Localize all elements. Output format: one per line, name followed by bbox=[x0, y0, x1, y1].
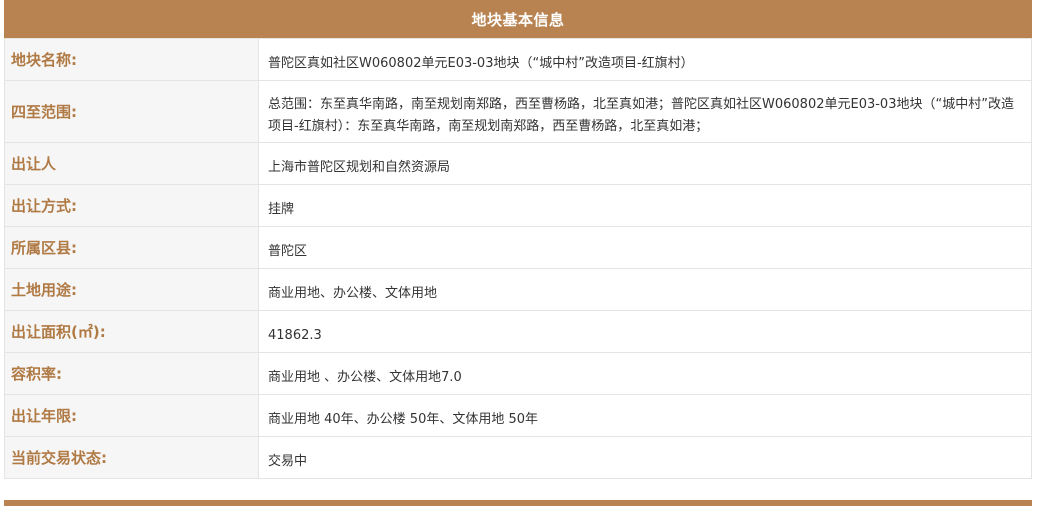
label-area: 出让面积(㎡): bbox=[4, 310, 259, 353]
row-land-use: 土地用途: 商业用地、办公楼、文体用地 bbox=[4, 268, 1032, 311]
label-boundaries: 四至范围: bbox=[4, 80, 259, 143]
value-plot-ratio-text: 商业用地 、办公楼、文体用地7.0 bbox=[268, 370, 462, 385]
label-land-use: 土地用途: bbox=[4, 268, 259, 311]
value-area: 41862.3 bbox=[258, 310, 1032, 353]
value-boundaries-text: 总范围：东至真华南路，南至规划南郑路，西至曹杨路，北至真如港；普陀区真如社区W0… bbox=[268, 97, 1014, 134]
label-plot-ratio: 容积率: bbox=[4, 352, 259, 395]
panel-title: 地块基本信息 bbox=[471, 10, 565, 29]
value-boundaries: 总范围：东至真华南路，南至规划南郑路，西至曹杨路，北至真如港；普陀区真如社区W0… bbox=[258, 80, 1032, 143]
row-boundaries: 四至范围: 总范围：东至真华南路，南至规划南郑路，西至曹杨路，北至真如港；普陀区… bbox=[4, 80, 1032, 143]
value-parcel-name-text: 普陀区真如社区W060802单元E03-03地块（“城中村”改造项目-红旗村） bbox=[268, 56, 694, 71]
land-info-table: 地块名称: 普陀区真如社区W060802单元E03-03地块（“城中村”改造项目… bbox=[4, 38, 1032, 479]
value-term: 商业用地 40年、办公楼 50年、文体用地 50年 bbox=[258, 394, 1032, 437]
label-transfer-method: 出让方式: bbox=[4, 184, 259, 227]
value-term-text: 商业用地 40年、办公楼 50年、文体用地 50年 bbox=[268, 412, 539, 427]
row-status: 当前交易状态: 交易中 bbox=[4, 436, 1032, 479]
value-status: 交易中 bbox=[258, 436, 1032, 479]
value-transfer-method: 挂牌 bbox=[258, 184, 1032, 227]
footer-bar bbox=[4, 500, 1032, 506]
value-plot-ratio: 商业用地 、办公楼、文体用地7.0 bbox=[258, 352, 1032, 395]
value-land-use-text: 商业用地、办公楼、文体用地 bbox=[268, 286, 438, 301]
value-transfer-method-text: 挂牌 bbox=[268, 202, 295, 217]
row-transfer-method: 出让方式: 挂牌 bbox=[4, 184, 1032, 227]
value-parcel-name: 普陀区真如社区W060802单元E03-03地块（“城中村”改造项目-红旗村） bbox=[258, 38, 1032, 81]
value-land-use: 商业用地、办公楼、文体用地 bbox=[258, 268, 1032, 311]
label-grantor: 出让人 bbox=[4, 142, 259, 185]
row-area: 出让面积(㎡): 41862.3 bbox=[4, 310, 1032, 353]
row-term: 出让年限: 商业用地 40年、办公楼 50年、文体用地 50年 bbox=[4, 394, 1032, 437]
row-plot-ratio: 容积率: 商业用地 、办公楼、文体用地7.0 bbox=[4, 352, 1032, 395]
label-district: 所属区县: bbox=[4, 226, 259, 269]
row-grantor: 出让人 上海市普陀区规划和自然资源局 bbox=[4, 142, 1032, 185]
value-district: 普陀区 bbox=[258, 226, 1032, 269]
panel-header: 地块基本信息 bbox=[4, 0, 1032, 38]
value-grantor: 上海市普陀区规划和自然资源局 bbox=[258, 142, 1032, 185]
value-district-text: 普陀区 bbox=[268, 244, 308, 259]
label-parcel-name: 地块名称: bbox=[4, 38, 259, 81]
value-grantor-text: 上海市普陀区规划和自然资源局 bbox=[268, 160, 451, 175]
value-area-text: 41862.3 bbox=[268, 328, 322, 343]
value-status-text: 交易中 bbox=[268, 454, 308, 469]
label-status: 当前交易状态: bbox=[4, 436, 259, 479]
land-info-panel: 地块基本信息 地块名称: 普陀区真如社区W060802单元E03-03地块（“城… bbox=[4, 0, 1032, 479]
row-parcel-name: 地块名称: 普陀区真如社区W060802单元E03-03地块（“城中村”改造项目… bbox=[4, 38, 1032, 81]
label-term: 出让年限: bbox=[4, 394, 259, 437]
row-district: 所属区县: 普陀区 bbox=[4, 226, 1032, 269]
